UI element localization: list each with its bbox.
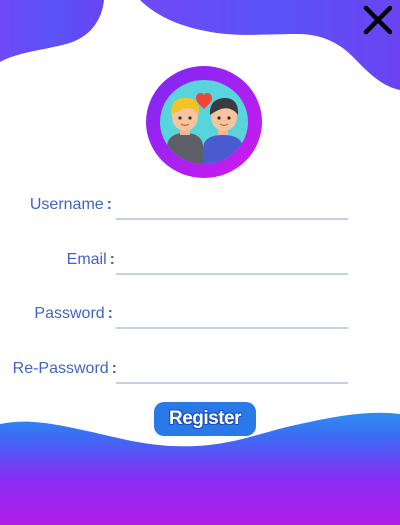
email-label: Email:	[66, 251, 115, 268]
username-input[interactable]	[116, 192, 348, 220]
re-password-label: Re-Password:	[12, 360, 117, 377]
close-button[interactable]	[360, 2, 396, 38]
username-row: Username:	[0, 192, 400, 222]
password-input[interactable]	[116, 301, 348, 329]
couple-avatar-icon	[146, 66, 262, 178]
register-screen: Username: Email: Password: Re-Password: …	[0, 0, 400, 525]
password-label: Password:	[34, 305, 113, 322]
email-row: Email:	[0, 247, 400, 277]
re-password-row: Re-Password:	[0, 356, 400, 386]
password-row: Password:	[0, 301, 400, 331]
close-icon	[363, 5, 393, 35]
re-password-input[interactable]	[116, 356, 348, 384]
username-label: Username:	[29, 196, 112, 213]
register-button[interactable]: Register	[154, 402, 256, 436]
email-input[interactable]	[116, 247, 348, 275]
